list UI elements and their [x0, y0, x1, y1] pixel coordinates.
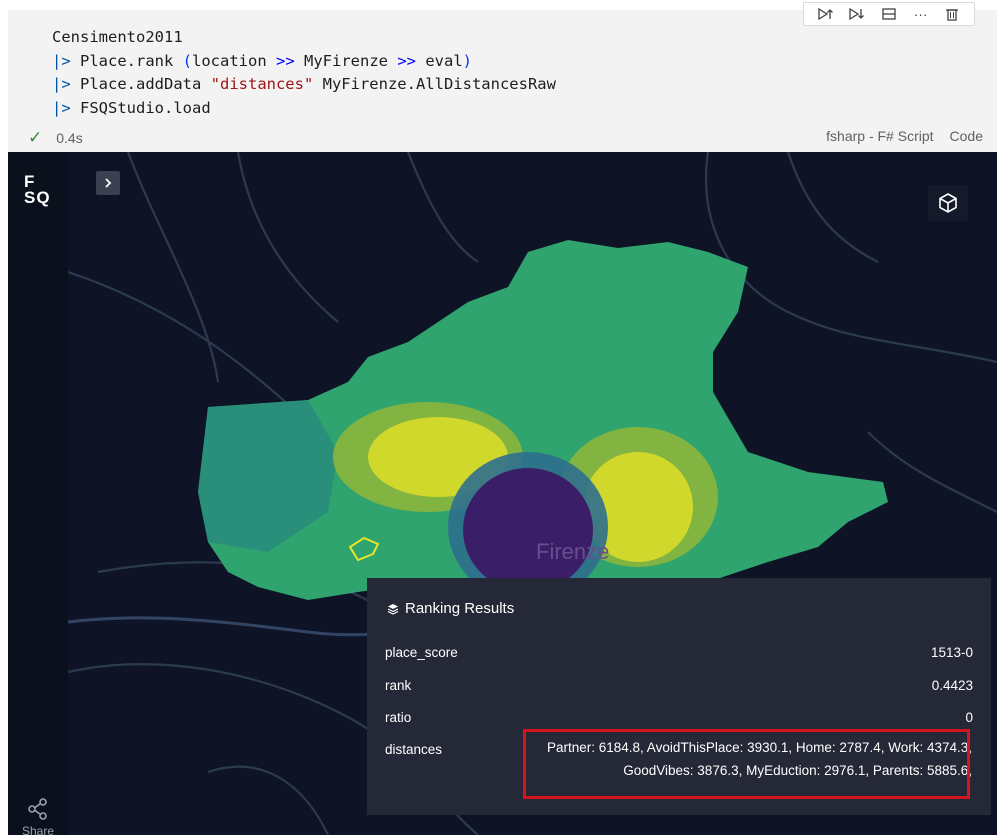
row-label: distances — [385, 742, 443, 757]
row-label: ratio — [385, 710, 412, 725]
map-view[interactable]: Firenze F SQ Share Ranking Results place… — [8, 152, 997, 835]
code-token: |> — [52, 51, 71, 70]
code-token: ( — [182, 51, 192, 70]
panel-title-text: Ranking Results — [405, 600, 515, 617]
code-token: >> — [276, 51, 295, 70]
chevron-right-icon — [105, 178, 112, 188]
share-button[interactable]: Share — [22, 797, 54, 835]
split-cell-icon[interactable] — [878, 6, 900, 22]
highlight-box — [523, 729, 970, 799]
cube-icon — [939, 193, 957, 213]
code-token: Place.rank — [70, 51, 183, 70]
code-line[interactable]: |> FSQStudio.load — [52, 97, 556, 121]
expand-sidebar-button[interactable] — [96, 171, 120, 195]
code-token: "distances" — [210, 75, 314, 93]
cell-toolbar: ··· — [803, 2, 975, 26]
notebook-cell: ··· Censimento2011 |> Place.rank (locatio… — [8, 2, 997, 152]
row-ratio: ratio 0 — [385, 710, 973, 725]
cell-language-info: fsharp - F# Script Code — [826, 128, 983, 144]
ranking-results-panel: Ranking Results place_score 1513-0 rank … — [367, 578, 991, 815]
code-token: Censimento2011 — [52, 28, 183, 46]
fsq-logo: F SQ — [24, 173, 51, 207]
code-line[interactable]: |> Place.rank (location >> MyFirenze >> … — [52, 50, 556, 74]
code-token: FSQStudio.load — [70, 98, 211, 117]
row-place-score: place_score 1513-0 — [385, 645, 973, 660]
share-icon — [28, 798, 47, 820]
layers-icon — [387, 603, 399, 615]
row-value: 1513-0 — [930, 645, 973, 660]
city-label: Firenze — [536, 539, 609, 564]
code-line[interactable]: |> Place.addData "distances" MyFirenze.A… — [52, 73, 556, 97]
code-token: MyFirenze.AllDistancesRaw — [313, 75, 556, 93]
code-token: Place.addData — [70, 75, 211, 93]
row-value: 0.4423 — [931, 678, 973, 693]
run-above-icon[interactable] — [815, 6, 837, 22]
code-editor[interactable]: Censimento2011 |> Place.rank (location >>… — [52, 26, 556, 120]
share-label: Share — [22, 824, 55, 835]
kernel-label[interactable]: fsharp - F# Script — [826, 128, 933, 144]
code-token: >> — [397, 51, 416, 70]
3d-view-button[interactable] — [928, 185, 968, 221]
code-token: |> — [52, 98, 71, 117]
row-value: 0 — [965, 710, 973, 725]
run-below-icon[interactable] — [846, 6, 868, 22]
side-rail: F SQ Share — [8, 152, 68, 835]
delete-icon[interactable] — [941, 6, 963, 22]
cell-mode-label[interactable]: Code — [950, 128, 983, 144]
code-line[interactable]: Censimento2011 — [52, 26, 556, 50]
code-token: MyFirenze — [294, 51, 398, 70]
row-label: place_score — [385, 645, 458, 660]
row-rank: rank 0.4423 — [385, 678, 973, 693]
code-token: ) — [462, 51, 473, 70]
row-label: rank — [385, 678, 412, 693]
code-token: location — [192, 51, 276, 70]
panel-title: Ranking Results — [387, 600, 514, 617]
code-token: eval — [416, 51, 463, 70]
success-check-icon: ✓ — [28, 128, 43, 147]
code-token: |> — [52, 75, 71, 93]
more-icon[interactable]: ··· — [910, 6, 932, 22]
execution-status: ✓ 0.4s — [28, 128, 83, 148]
center-low-score-core — [463, 468, 593, 592]
logo-line-2: SQ — [24, 188, 51, 207]
execution-time: 0.4s — [56, 130, 83, 146]
